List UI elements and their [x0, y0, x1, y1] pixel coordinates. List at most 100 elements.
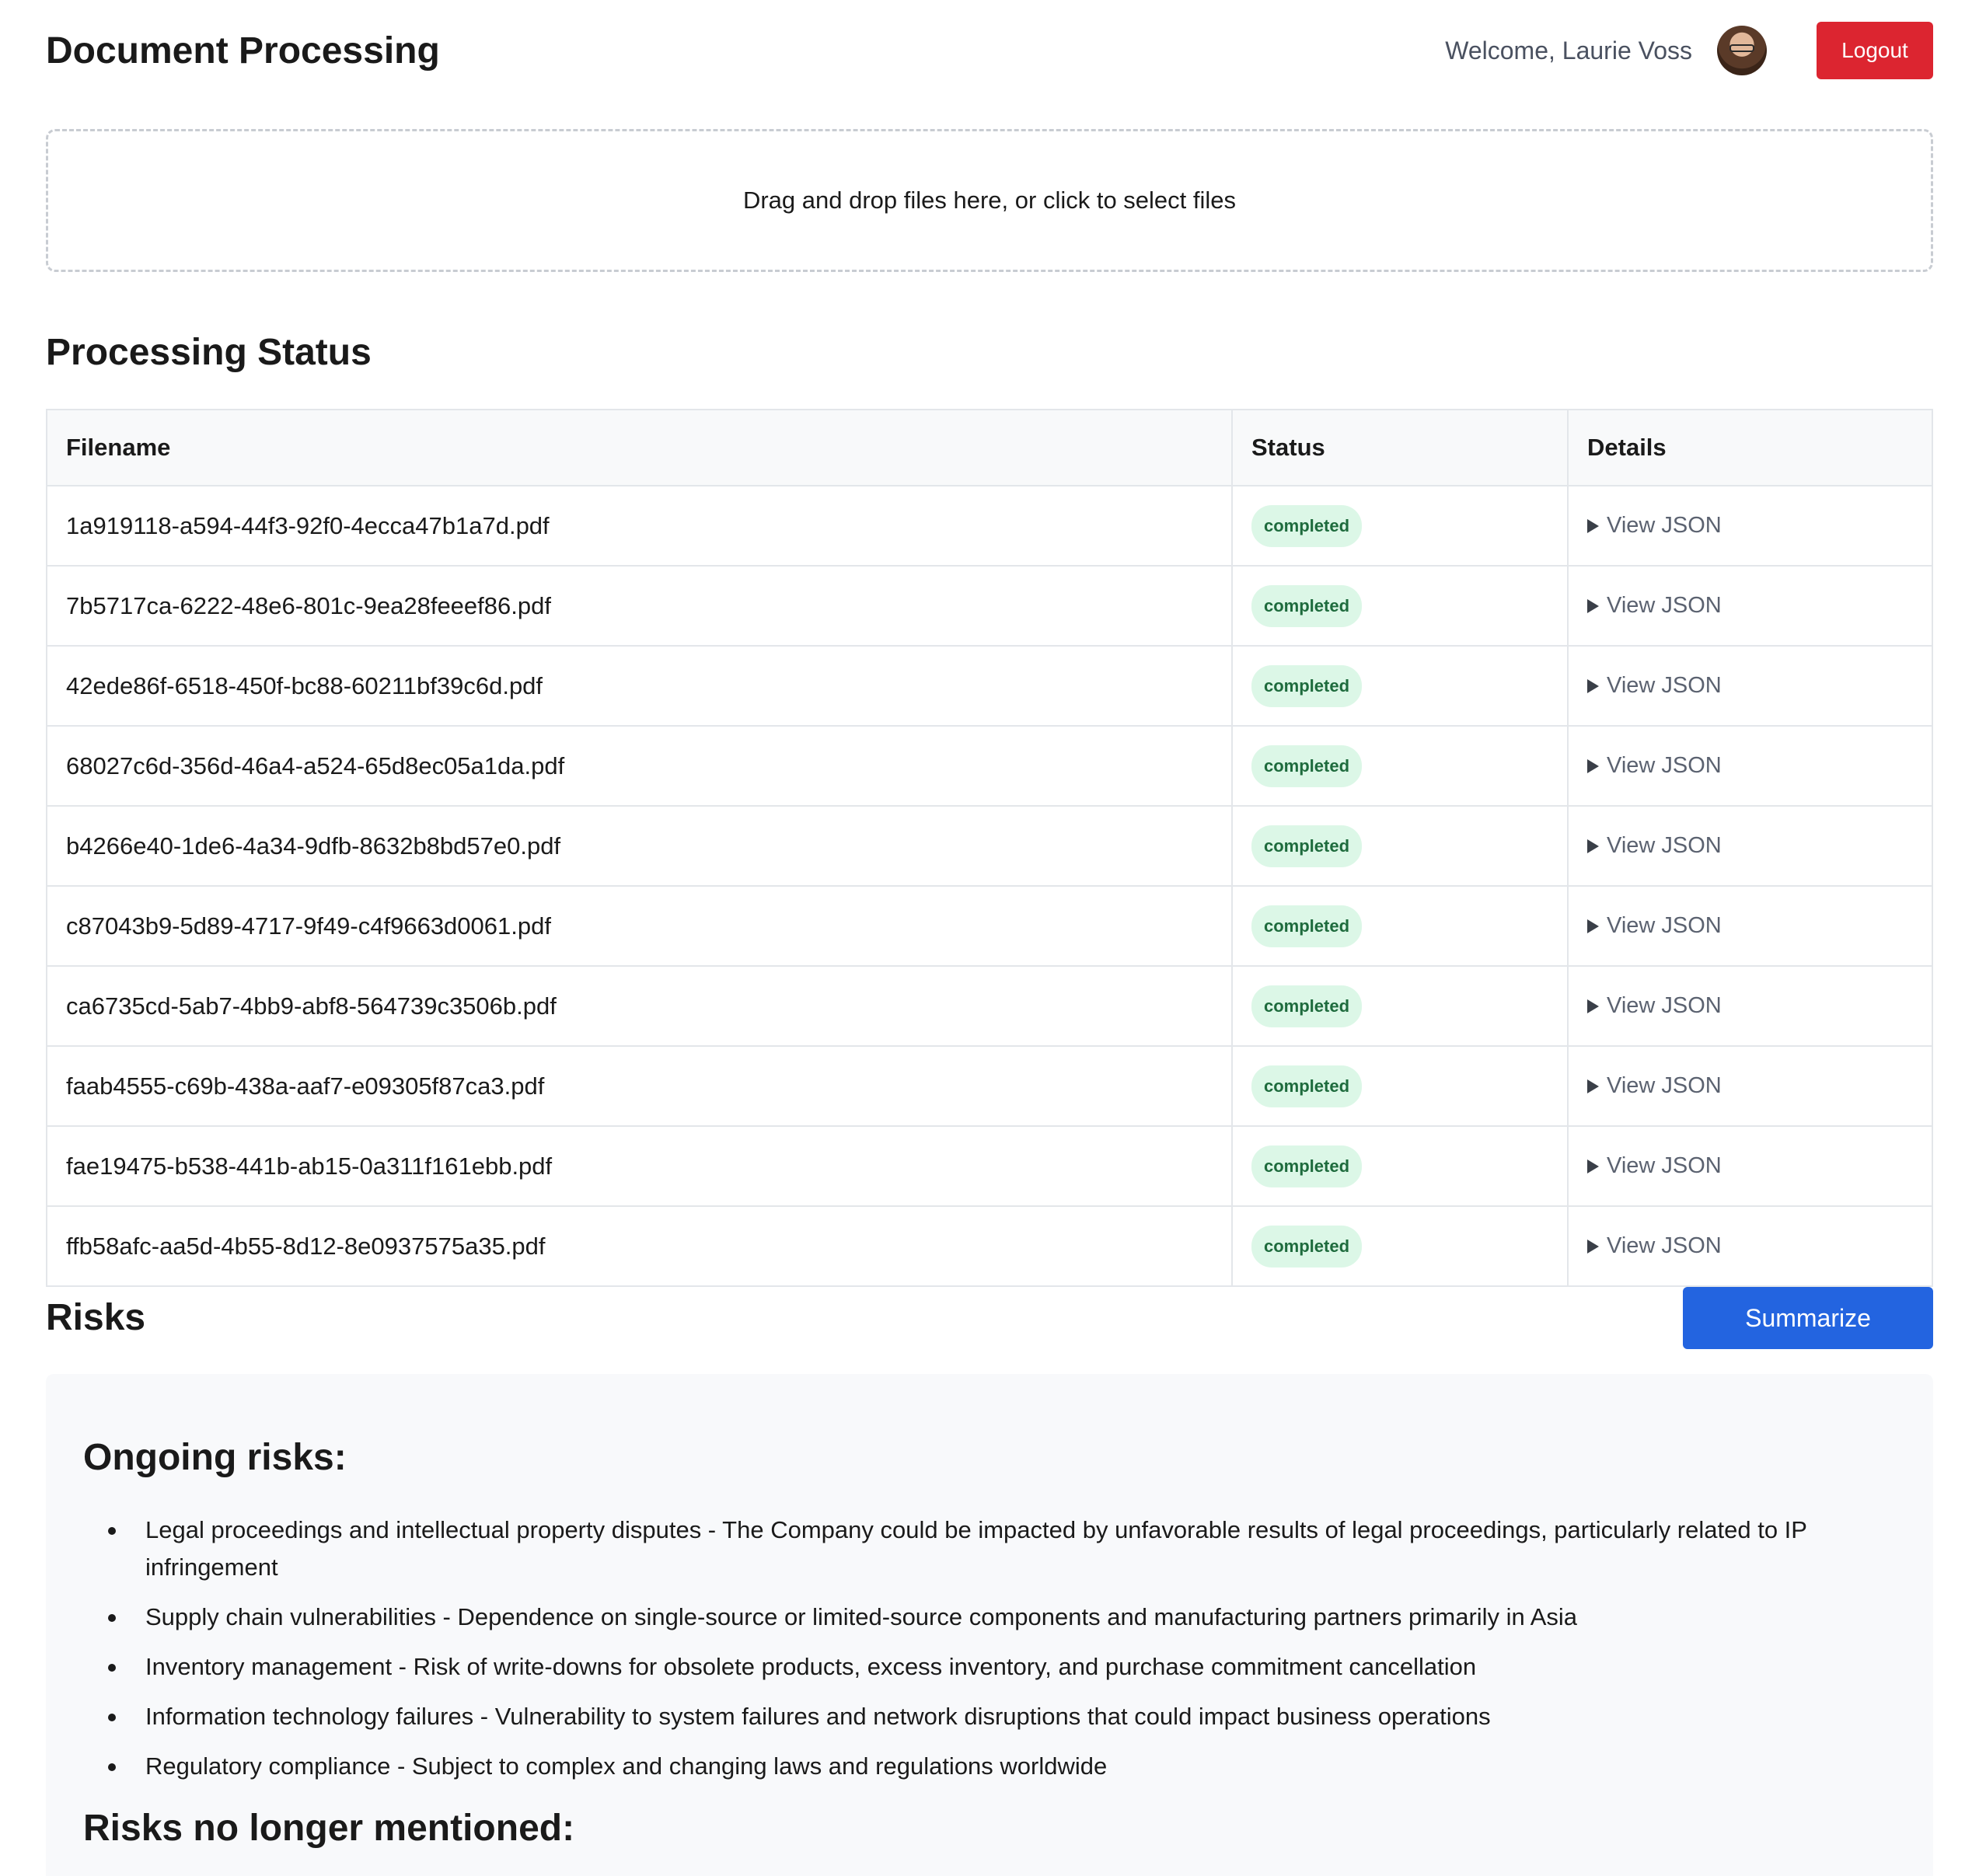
view-json-toggle[interactable]: View JSON	[1587, 513, 1913, 539]
details-cell: View JSON	[1567, 725, 1933, 807]
view-json-label: View JSON	[1607, 1073, 1722, 1098]
table-row: fae19475-b538-441b-ab15-0a311f161ebb.pdf…	[46, 1125, 1933, 1207]
view-json-label: View JSON	[1607, 673, 1722, 698]
avatar[interactable]	[1717, 26, 1767, 75]
details-cell: View JSON	[1567, 645, 1933, 727]
status-badge: completed	[1251, 985, 1363, 1027]
filename-cell: ffb58afc-aa5d-4b55-8d12-8e0937575a35.pdf	[46, 1205, 1233, 1287]
processing-status-title: Processing Status	[46, 332, 372, 373]
ongoing-risks-list: Legal proceedings and intellectual prope…	[108, 1512, 1896, 1785]
details-cell: View JSON	[1567, 1205, 1933, 1287]
status-cell: completed	[1231, 485, 1569, 567]
view-json-toggle[interactable]: View JSON	[1587, 673, 1913, 699]
app-title: Document Processing	[46, 30, 440, 71]
disclosure-triangle-icon	[1587, 1159, 1599, 1173]
logout-button[interactable]: Logout	[1817, 22, 1933, 79]
filename-cell: ca6735cd-5ab7-4bb9-abf8-564739c3506b.pdf	[46, 965, 1233, 1047]
page: Document Processing Welcome, Laurie Voss…	[0, 0, 1979, 1876]
table-row: b4266e40-1de6-4a34-9dfb-8632b8bd57e0.pdf…	[46, 805, 1933, 887]
status-cell: completed	[1231, 1045, 1569, 1127]
view-json-toggle[interactable]: View JSON	[1587, 1233, 1913, 1259]
filename-cell: 68027c6d-356d-46a4-a524-65d8ec05a1da.pdf	[46, 725, 1233, 807]
status-cell: completed	[1231, 645, 1569, 727]
view-json-label: View JSON	[1607, 833, 1722, 858]
status-badge: completed	[1251, 905, 1363, 947]
table-row: faab4555-c69b-438a-aaf7-e09305f87ca3.pdf…	[46, 1045, 1933, 1127]
details-cell: View JSON	[1567, 965, 1933, 1047]
status-cell: completed	[1231, 805, 1569, 887]
summarize-button[interactable]: Summarize	[1683, 1287, 1933, 1349]
list-item: Legal proceedings and intellectual prope…	[108, 1512, 1896, 1586]
disclosure-triangle-icon	[1587, 1239, 1599, 1254]
filename-cell: 1a919118-a594-44f3-92f0-4ecca47b1a7d.pdf	[46, 485, 1233, 567]
status-badge: completed	[1251, 664, 1363, 707]
column-header-status: Status	[1231, 409, 1569, 486]
list-item: Supply chain vulnerabilities - Dependenc…	[108, 1599, 1896, 1636]
filename-cell: fae19475-b538-441b-ab15-0a311f161ebb.pdf	[46, 1125, 1233, 1207]
risk-summary-panel: Ongoing risks: Legal proceedings and int…	[46, 1374, 1933, 1876]
view-json-toggle[interactable]: View JSON	[1587, 753, 1913, 779]
table-row: 1a919118-a594-44f3-92f0-4ecca47b1a7d.pdf…	[46, 485, 1933, 567]
view-json-toggle[interactable]: View JSON	[1587, 833, 1913, 859]
filename-cell: c87043b9-5d89-4717-9f49-c4f9663d0061.pdf	[46, 885, 1233, 967]
filename-cell: 7b5717ca-6222-48e6-801c-9ea28feeef86.pdf	[46, 565, 1233, 647]
status-badge: completed	[1251, 584, 1363, 627]
view-json-label: View JSON	[1607, 913, 1722, 938]
table-row: 7b5717ca-6222-48e6-801c-9ea28feeef86.pdf…	[46, 565, 1933, 647]
view-json-label: View JSON	[1607, 1233, 1722, 1258]
risks-title: Risks	[46, 1297, 146, 1338]
status-cell: completed	[1231, 565, 1569, 647]
filename-cell: faab4555-c69b-438a-aaf7-e09305f87ca3.pdf	[46, 1045, 1233, 1127]
avatar-glasses	[1729, 44, 1754, 52]
filename-cell: b4266e40-1de6-4a34-9dfb-8632b8bd57e0.pdf	[46, 805, 1233, 887]
disclosure-triangle-icon	[1587, 598, 1599, 613]
ongoing-risks-heading: Ongoing risks:	[83, 1437, 347, 1478]
disclosure-triangle-icon	[1587, 999, 1599, 1013]
view-json-toggle[interactable]: View JSON	[1587, 1153, 1913, 1179]
details-cell: View JSON	[1567, 1045, 1933, 1127]
view-json-label: View JSON	[1607, 593, 1722, 618]
view-json-label: View JSON	[1607, 753, 1722, 778]
dropzone-text: Drag and drop files here, or click to se…	[742, 187, 1237, 214]
disclosure-triangle-icon	[1587, 1079, 1599, 1093]
view-json-toggle[interactable]: View JSON	[1587, 913, 1913, 939]
view-json-toggle[interactable]: View JSON	[1587, 993, 1913, 1019]
status-badge: completed	[1251, 1065, 1363, 1107]
welcome-text: Welcome, Laurie Voss	[1445, 36, 1692, 65]
processing-table: Filename Status Details 1a919118-a594-44…	[46, 409, 1933, 1287]
status-cell: completed	[1231, 1205, 1569, 1287]
status-cell: completed	[1231, 725, 1569, 807]
status-badge: completed	[1251, 1145, 1363, 1187]
list-item: Information technology failures - Vulner…	[108, 1698, 1896, 1735]
list-item: Regulatory compliance - Subject to compl…	[108, 1748, 1896, 1785]
table-row: 68027c6d-356d-46a4-a524-65d8ec05a1da.pdf…	[46, 725, 1933, 807]
table-row: c87043b9-5d89-4717-9f49-c4f9663d0061.pdf…	[46, 885, 1933, 967]
view-json-label: View JSON	[1607, 993, 1722, 1018]
disclosure-triangle-icon	[1587, 919, 1599, 933]
details-cell: View JSON	[1567, 485, 1933, 567]
table-header-row: Filename Status Details	[46, 409, 1933, 486]
details-cell: View JSON	[1567, 885, 1933, 967]
column-header-filename: Filename	[46, 409, 1233, 486]
user-area: Welcome, Laurie Voss Logout	[1445, 22, 1933, 79]
details-cell: View JSON	[1567, 565, 1933, 647]
file-dropzone[interactable]: Drag and drop files here, or click to se…	[46, 129, 1933, 272]
disclosure-triangle-icon	[1587, 758, 1599, 773]
view-json-toggle[interactable]: View JSON	[1587, 1073, 1913, 1099]
risks-header: Risks Summarize	[46, 1287, 1933, 1374]
status-cell: completed	[1231, 1125, 1569, 1207]
header: Document Processing Welcome, Laurie Voss…	[46, 0, 1933, 101]
view-json-toggle[interactable]: View JSON	[1587, 593, 1913, 619]
list-item: Inventory management - Risk of write-dow…	[108, 1648, 1896, 1686]
details-cell: View JSON	[1567, 1125, 1933, 1207]
table-row: ca6735cd-5ab7-4bb9-abf8-564739c3506b.pdf…	[46, 965, 1933, 1047]
details-cell: View JSON	[1567, 805, 1933, 887]
column-header-details: Details	[1567, 409, 1933, 486]
disclosure-triangle-icon	[1587, 678, 1599, 693]
status-badge: completed	[1251, 744, 1363, 787]
status-badge: completed	[1251, 825, 1363, 867]
view-json-label: View JSON	[1607, 1153, 1722, 1178]
disclosure-triangle-icon	[1587, 518, 1599, 533]
status-cell: completed	[1231, 885, 1569, 967]
table-row: ffb58afc-aa5d-4b55-8d12-8e0937575a35.pdf…	[46, 1205, 1933, 1287]
